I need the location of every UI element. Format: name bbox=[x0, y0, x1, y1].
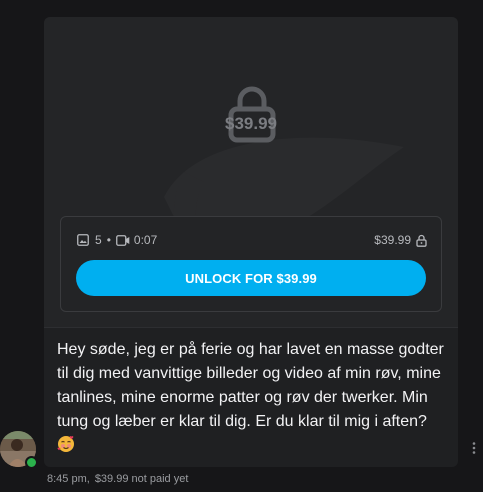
online-status-dot bbox=[25, 456, 38, 469]
video-duration: 0:07 bbox=[133, 233, 158, 247]
image-icon bbox=[77, 234, 89, 246]
locked-price: $39.99 bbox=[225, 114, 277, 133]
message-text: Hey søde, jeg er på ferie og har lavet e… bbox=[57, 338, 447, 434]
message-line: tanlines, mine enorme patter og røv der … bbox=[57, 389, 428, 406]
locked-media-preview[interactable]: $39.99 5 • 0:07 $39.99 UNLOCK FOR $39.99 bbox=[44, 17, 458, 327]
message-card: $39.99 5 • 0:07 $39.99 UNLOCK FOR $39.99… bbox=[44, 17, 458, 467]
message-line: tung og læber er klar til dig. Er du kla… bbox=[57, 413, 427, 430]
more-vertical-icon[interactable] bbox=[471, 441, 477, 455]
separator-dot: • bbox=[106, 233, 111, 247]
unlock-panel: 5 • 0:07 $39.99 UNLOCK FOR $39.99 bbox=[60, 216, 442, 312]
price-label: $39.99 bbox=[374, 233, 427, 247]
unlock-button[interactable]: UNLOCK FOR $39.99 bbox=[76, 260, 426, 296]
small-lock-icon bbox=[416, 234, 427, 247]
media-counts: 5 • 0:07 bbox=[77, 233, 157, 247]
message-line: til dig med vanvittige billeder og video… bbox=[57, 365, 441, 382]
message-time: 8:45 pm, bbox=[47, 473, 90, 485]
message-footer: 8:45 pm, $39.99 not paid yet bbox=[47, 473, 188, 485]
video-icon bbox=[115, 234, 130, 246]
payment-status: $39.99 not paid yet bbox=[94, 473, 189, 485]
smiling-face-with-hearts-emoji bbox=[57, 436, 74, 452]
box-price: $39.99 bbox=[374, 233, 411, 247]
message-line: Hey søde, jeg er på ferie og har lavet e… bbox=[57, 341, 444, 358]
image-count: 5 bbox=[95, 233, 102, 247]
divider bbox=[44, 327, 458, 328]
